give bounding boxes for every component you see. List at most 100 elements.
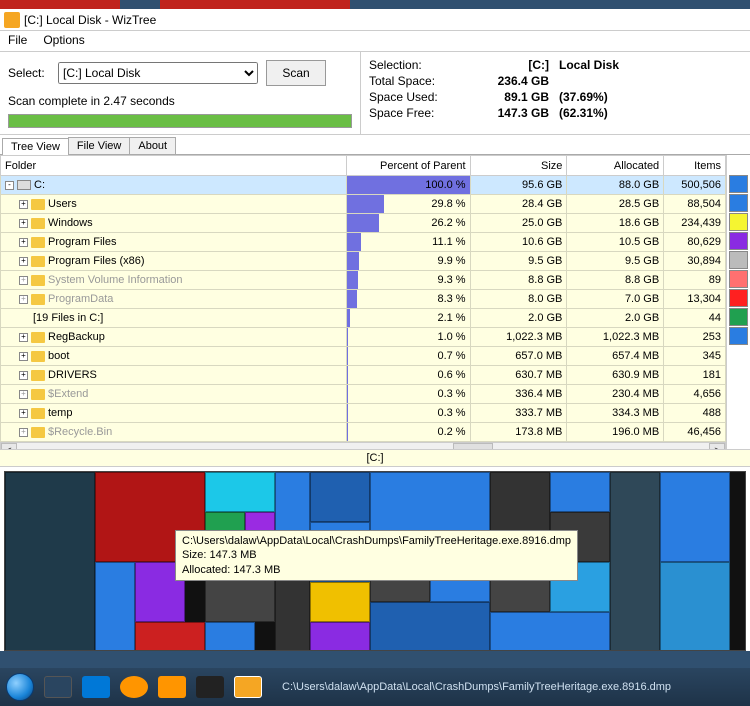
treemap-block[interactable] — [5, 472, 95, 651]
expander-icon[interactable]: + — [19, 200, 28, 209]
legend-swatch[interactable] — [729, 289, 748, 307]
drive-select[interactable]: [C:] Local Disk — [58, 62, 258, 84]
row-name: temp — [48, 407, 72, 419]
space-used-label: Space Used: — [369, 90, 479, 104]
legend-swatch[interactable] — [729, 327, 748, 345]
table-row[interactable]: +ProgramData8.3 %8.0 GB7.0 GB13,304 — [1, 290, 726, 309]
selection-label: Selection: — [369, 58, 479, 72]
table-row[interactable]: +Windows26.2 %25.0 GB18.6 GB234,439 — [1, 214, 726, 233]
treemap-block[interactable] — [205, 472, 275, 512]
col-items[interactable]: Items — [664, 156, 726, 176]
fth-icon[interactable] — [158, 676, 186, 698]
menu-options[interactable]: Options — [43, 33, 84, 47]
table-row[interactable]: [19 Files in C:]2.1 %2.0 GB2.0 GB44 — [1, 309, 726, 328]
legend-swatch[interactable] — [729, 308, 748, 326]
expander-icon[interactable]: + — [19, 409, 28, 418]
tab-file-view[interactable]: File View — [68, 137, 130, 154]
row-name: $Recycle.Bin — [48, 426, 112, 438]
col-allocated[interactable]: Allocated — [567, 156, 664, 176]
taskbar[interactable]: C:\Users\dalaw\AppData\Local\CrashDumps\… — [0, 668, 750, 706]
treemap-block[interactable] — [610, 472, 660, 651]
treemap-block[interactable] — [310, 472, 370, 522]
col-folder[interactable]: Folder — [1, 156, 347, 176]
treemap-block[interactable] — [550, 472, 610, 512]
items-value: 345 — [664, 347, 726, 366]
menu-file[interactable]: File — [8, 33, 27, 47]
table-row[interactable]: +DRIVERS0.6 %630.7 MB630.9 MB181 — [1, 366, 726, 385]
edge-icon[interactable] — [82, 676, 110, 698]
space-free-pct: (62.31%) — [549, 106, 659, 120]
taskview-icon[interactable] — [44, 676, 72, 698]
treemap-block[interactable] — [310, 582, 370, 622]
expander-icon[interactable]: + — [19, 333, 28, 342]
col-size[interactable]: Size — [470, 156, 567, 176]
size-value: 25.0 GB — [470, 214, 567, 233]
table-row[interactable]: +Program Files (x86)9.9 %9.5 GB9.5 GB30,… — [1, 252, 726, 271]
items-value: 88,504 — [664, 195, 726, 214]
scroll-right-icon[interactable]: > — [709, 443, 725, 449]
table-row[interactable]: +Users29.8 %28.4 GB28.5 GB88,504 — [1, 195, 726, 214]
expander-icon[interactable]: + — [19, 352, 28, 361]
app-icon — [4, 12, 20, 28]
legend-swatch[interactable] — [729, 194, 748, 212]
table-row[interactable]: -C:100.0 %95.6 GB88.0 GB500,506 — [1, 176, 726, 195]
legend-swatch[interactable] — [729, 251, 748, 269]
treemap-block[interactable] — [490, 612, 610, 651]
col-percent[interactable]: Percent of Parent — [347, 156, 471, 176]
folder-icon — [31, 199, 45, 210]
expander-icon[interactable]: + — [19, 276, 28, 285]
treemap-block[interactable] — [135, 622, 205, 651]
expander-icon[interactable]: + — [19, 390, 28, 399]
table-row[interactable]: +boot0.7 %657.0 MB657.4 MB345 — [1, 347, 726, 366]
legend-swatch[interactable] — [729, 175, 748, 193]
table-row[interactable]: +temp0.3 %333.7 MB334.3 MB488 — [1, 404, 726, 423]
horizontal-scrollbar[interactable]: < > — [0, 442, 726, 449]
tab-tree-view[interactable]: Tree View — [2, 138, 69, 155]
treemap[interactable]: C:\Users\dalaw\AppData\Local\CrashDumps\… — [4, 471, 746, 651]
treemap-block[interactable] — [310, 622, 370, 651]
table-row[interactable]: +Program Files11.1 %10.6 GB10.5 GB80,629 — [1, 233, 726, 252]
scan-button[interactable]: Scan — [266, 60, 326, 86]
wiztree-task-icon[interactable] — [234, 676, 262, 698]
table-row[interactable]: +$Recycle.Bin0.2 %173.8 MB196.0 MB46,456 — [1, 423, 726, 442]
allocated-value: 7.0 GB — [567, 290, 664, 309]
treemap-block[interactable] — [660, 562, 730, 651]
treemap-block[interactable] — [205, 622, 255, 651]
start-button[interactable] — [6, 673, 34, 701]
folder-table: Folder Percent of Parent Size Allocated … — [0, 155, 726, 442]
items-value: 44 — [664, 309, 726, 328]
treemap-block[interactable] — [370, 602, 490, 651]
row-name: ProgramData — [48, 293, 113, 305]
expander-icon[interactable]: + — [19, 295, 28, 304]
firefox-icon[interactable] — [120, 676, 148, 698]
legend-swatch[interactable] — [729, 270, 748, 288]
expander-icon[interactable]: + — [19, 219, 28, 228]
scroll-thumb[interactable] — [453, 443, 493, 449]
scroll-left-icon[interactable]: < — [1, 443, 17, 449]
folder-icon — [31, 370, 45, 381]
legend-swatch[interactable] — [729, 213, 748, 231]
table-row[interactable]: +$Extend0.3 %336.4 MB230.4 MB4,656 — [1, 385, 726, 404]
scan-progress — [8, 114, 352, 128]
size-value: 657.0 MB — [470, 347, 567, 366]
allocated-value: 8.8 GB — [567, 271, 664, 290]
treemap-block[interactable] — [95, 562, 135, 651]
expander-icon[interactable]: + — [19, 371, 28, 380]
expander-icon[interactable]: + — [19, 257, 28, 266]
allocated-value: 28.5 GB — [567, 195, 664, 214]
expander-icon[interactable]: + — [19, 428, 28, 437]
expander-icon[interactable]: + — [19, 238, 28, 247]
title-bar[interactable]: [C:] Local Disk - WizTree — [0, 9, 750, 31]
items-value: 89 — [664, 271, 726, 290]
expander-icon[interactable]: - — [5, 181, 14, 190]
legend-swatch[interactable] — [729, 232, 748, 250]
table-row[interactable]: +System Volume Information9.3 %8.8 GB8.8… — [1, 271, 726, 290]
window-title: [C:] Local Disk - WizTree — [24, 13, 156, 27]
percent-value: 11.1 % — [347, 235, 470, 249]
selection-name: Local Disk — [549, 58, 659, 72]
table-row[interactable]: +RegBackup1.0 %1,022.3 MB1,022.3 MB253 — [1, 328, 726, 347]
app-icon-2[interactable] — [196, 676, 224, 698]
percent-value: 1.0 % — [347, 330, 470, 344]
tab-about[interactable]: About — [129, 137, 176, 154]
treemap-block[interactable] — [660, 472, 730, 562]
